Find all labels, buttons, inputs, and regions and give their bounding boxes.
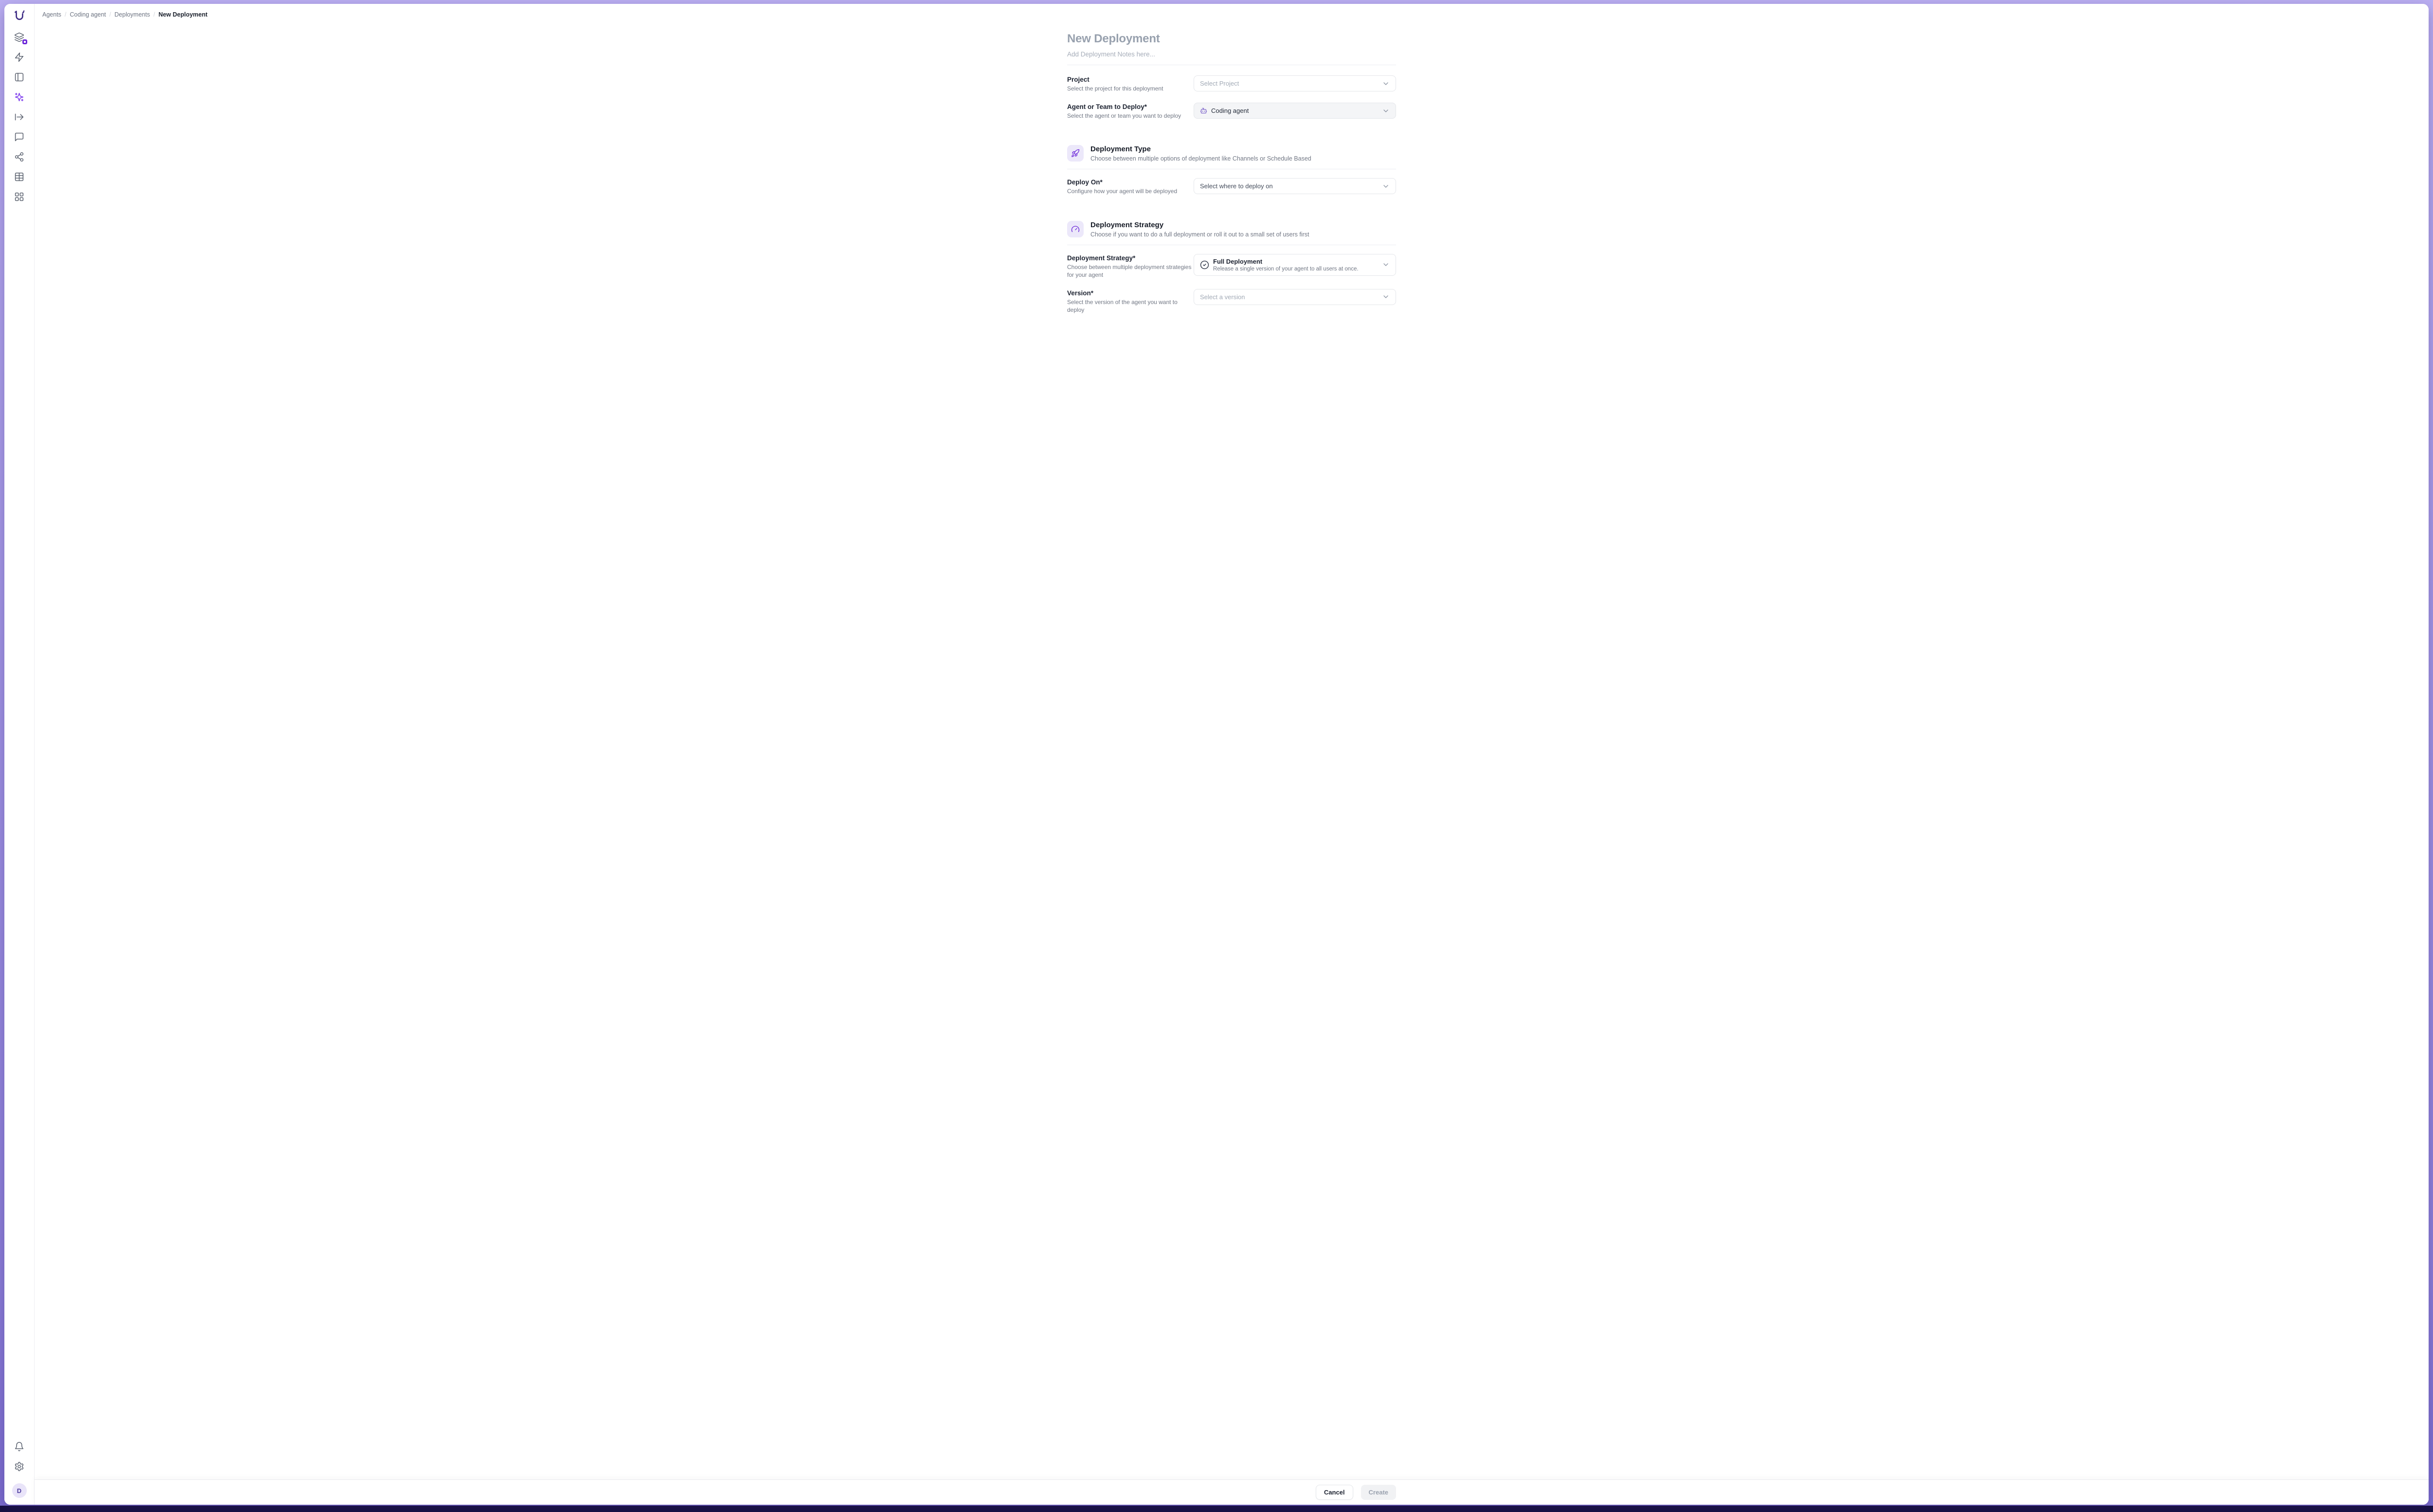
strategy-label: Deployment Strategy* bbox=[1067, 254, 1192, 262]
agent-field-row: Agent or Team to Deploy* Select the agen… bbox=[1067, 103, 1396, 120]
user-avatar[interactable]: D bbox=[12, 1483, 27, 1498]
page-title[interactable]: New Deployment bbox=[1067, 32, 1396, 46]
version-description: Select the version of the agent you want… bbox=[1067, 298, 1192, 314]
chevron-down-icon bbox=[1382, 80, 1390, 88]
sidebar-item-studio[interactable] bbox=[14, 91, 25, 103]
app-logo[interactable] bbox=[12, 9, 27, 23]
sidebar-item-integrations[interactable] bbox=[14, 151, 25, 162]
notifications-button[interactable] bbox=[14, 1440, 25, 1452]
agent-select-value: Coding agent bbox=[1211, 107, 1378, 114]
app-window: D Agents / Coding agent / Deployments / … bbox=[4, 4, 2429, 1505]
deployment-type-description: Choose between multiple options of deplo… bbox=[1090, 155, 1311, 162]
settings-button[interactable] bbox=[14, 1460, 25, 1472]
rocket-icon bbox=[1067, 145, 1084, 162]
grid-icon bbox=[14, 192, 24, 202]
project-field-row: Project Select the project for this depl… bbox=[1067, 75, 1396, 92]
breadcrumb-deployments[interactable]: Deployments bbox=[114, 11, 150, 18]
desktop-bottom-strip bbox=[0, 1506, 2433, 1512]
sidebar-item-agents[interactable] bbox=[14, 31, 25, 43]
deploy-on-description: Configure how your agent will be deploye… bbox=[1067, 187, 1192, 195]
deployment-form: New Deployment Project Select the projec… bbox=[1067, 25, 1396, 333]
chevron-down-icon bbox=[1382, 261, 1390, 269]
breadcrumb-separator: / bbox=[109, 11, 111, 18]
deployment-strategy-section: Deployment Strategy Choose if you want t… bbox=[1067, 221, 1396, 245]
breadcrumb-separator: / bbox=[65, 11, 66, 18]
version-label: Version* bbox=[1067, 289, 1192, 297]
deploy-on-select-placeholder: Select where to deploy on bbox=[1200, 182, 1378, 190]
deployment-type-section: Deployment Type Choose between multiple … bbox=[1067, 145, 1396, 169]
share-icon bbox=[14, 152, 24, 162]
project-label: Project bbox=[1067, 76, 1192, 83]
deploy-on-field-row: Deploy On* Configure how your agent will… bbox=[1067, 178, 1396, 195]
bell-icon bbox=[14, 1441, 24, 1452]
agent-description: Select the agent or team you want to dep… bbox=[1067, 112, 1192, 120]
agent-select[interactable]: Coding agent bbox=[1194, 103, 1396, 119]
cancel-button[interactable]: Cancel bbox=[1316, 1485, 1353, 1500]
deployment-strategy-title: Deployment Strategy bbox=[1090, 221, 1309, 229]
create-button[interactable]: Create bbox=[1361, 1485, 1396, 1500]
chevron-down-icon bbox=[1382, 182, 1390, 190]
sidebar-item-apps[interactable] bbox=[14, 191, 25, 202]
strategy-select[interactable]: Full Deployment Release a single version… bbox=[1194, 254, 1396, 276]
breadcrumb: Agents / Coding agent / Deployments / Ne… bbox=[35, 4, 2429, 25]
gauge-icon bbox=[1067, 221, 1084, 237]
agent-icon bbox=[1200, 107, 1207, 114]
sidebar-item-chat[interactable] bbox=[14, 131, 25, 143]
strategy-value-title: Full Deployment bbox=[1213, 258, 1378, 265]
sidebar: D bbox=[4, 4, 35, 1505]
desktop-background: D Agents / Coding agent / Deployments / … bbox=[0, 0, 2433, 1512]
chevron-down-icon bbox=[1382, 107, 1390, 115]
active-home-badge bbox=[22, 39, 28, 45]
project-select-placeholder: Select Project bbox=[1200, 80, 1378, 87]
version-select[interactable]: Select a version bbox=[1194, 289, 1396, 305]
deploy-on-label: Deploy On* bbox=[1067, 179, 1192, 186]
sidebar-nav bbox=[14, 31, 25, 202]
sparkles-icon bbox=[14, 92, 24, 102]
footer-action-bar: Cancel Create bbox=[35, 1479, 2429, 1505]
sidebar-bottom: D bbox=[12, 1440, 27, 1498]
project-description: Select the project for this deployment bbox=[1067, 85, 1192, 92]
form-scroll-area[interactable]: New Deployment Project Select the projec… bbox=[35, 25, 2429, 1479]
version-field-row: Version* Select the version of the agent… bbox=[1067, 289, 1396, 314]
circle-check-icon bbox=[1200, 260, 1209, 270]
deployment-type-title: Deployment Type bbox=[1090, 145, 1311, 153]
sidebar-item-export[interactable] bbox=[14, 111, 25, 123]
deployment-notes-input[interactable] bbox=[1067, 51, 1396, 58]
strategy-value-description: Release a single version of your agent t… bbox=[1213, 266, 1378, 272]
sidebar-item-data[interactable] bbox=[14, 171, 25, 182]
message-icon bbox=[14, 132, 24, 142]
version-select-placeholder: Select a version bbox=[1200, 293, 1378, 301]
main-area: Agents / Coding agent / Deployments / Ne… bbox=[35, 4, 2429, 1505]
agent-label: Agent or Team to Deploy* bbox=[1067, 103, 1192, 110]
breadcrumb-separator: / bbox=[153, 11, 155, 18]
breadcrumb-coding-agent[interactable]: Coding agent bbox=[70, 11, 106, 18]
sidebar-item-workspace[interactable] bbox=[14, 71, 25, 83]
panel-left-icon bbox=[14, 72, 24, 82]
strategy-field-row: Deployment Strategy* Choose between mult… bbox=[1067, 254, 1396, 279]
sidebar-item-actions[interactable] bbox=[14, 51, 25, 63]
gear-icon bbox=[14, 1461, 24, 1472]
arrow-right-icon bbox=[14, 112, 24, 122]
breadcrumb-new-deployment: New Deployment bbox=[159, 11, 208, 18]
chevron-down-icon bbox=[1382, 293, 1390, 301]
strategy-description: Choose between multiple deployment strat… bbox=[1067, 263, 1192, 279]
zap-icon bbox=[14, 52, 24, 62]
deployment-strategy-description: Choose if you want to do a full deployme… bbox=[1090, 231, 1309, 238]
project-select[interactable]: Select Project bbox=[1194, 75, 1396, 91]
table-icon bbox=[14, 172, 24, 182]
breadcrumb-agents[interactable]: Agents bbox=[42, 11, 61, 18]
deploy-on-select[interactable]: Select where to deploy on bbox=[1194, 178, 1396, 194]
